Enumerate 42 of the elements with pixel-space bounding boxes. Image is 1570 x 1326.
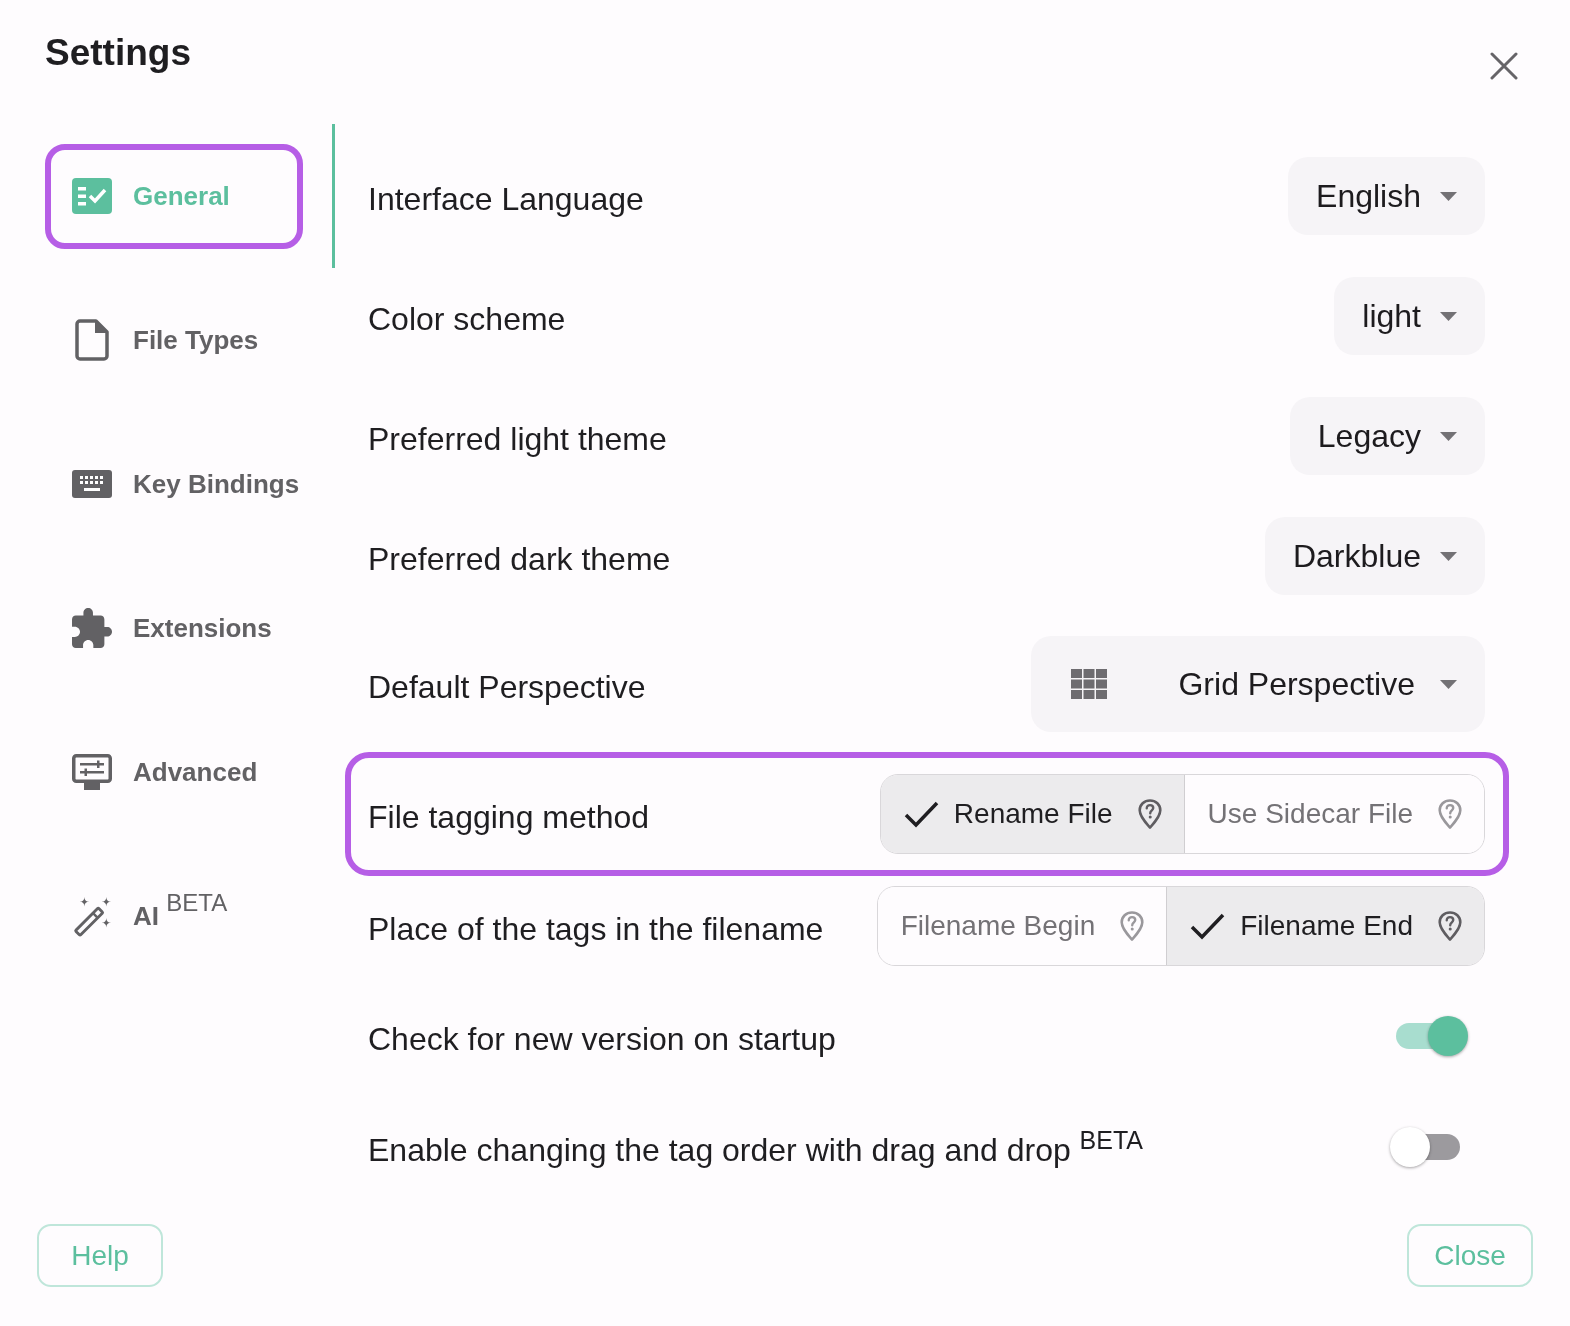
caret-icon bbox=[1440, 191, 1457, 201]
help-icon bbox=[1437, 798, 1463, 830]
window-title: Settings bbox=[45, 31, 191, 75]
help-icon bbox=[1437, 910, 1463, 942]
setting-label: Interface Language bbox=[368, 180, 644, 219]
puzzle-piece-icon bbox=[72, 607, 112, 649]
close-button[interactable] bbox=[1490, 52, 1518, 80]
setting-label: Color scheme bbox=[368, 300, 566, 339]
checklist-icon bbox=[72, 178, 112, 214]
check-icon bbox=[1190, 912, 1226, 940]
setting-label: Preferred dark theme bbox=[368, 540, 671, 579]
select-dropdown[interactable]: Grid Perspective bbox=[1031, 636, 1485, 732]
file-icon bbox=[75, 319, 109, 361]
setting-label: File tagging method bbox=[368, 798, 650, 837]
caret-icon bbox=[1440, 431, 1457, 441]
sidebar-tab[interactable]: File Types bbox=[45, 287, 303, 393]
toggle-option[interactable]: Filename End bbox=[1166, 887, 1484, 965]
select-dropdown[interactable]: Darkblue bbox=[1264, 517, 1485, 595]
help-icon bbox=[1119, 910, 1146, 942]
setting-label: Place of the tags in the filename bbox=[368, 910, 824, 949]
sidebar-tab[interactable]: Advanced bbox=[45, 719, 303, 825]
setting-label: Check for new version on startup bbox=[368, 1020, 836, 1059]
caret-icon bbox=[1440, 311, 1457, 321]
grid-icon bbox=[1071, 669, 1108, 699]
select-dropdown[interactable]: light bbox=[1334, 277, 1485, 355]
help-icon bbox=[1136, 798, 1163, 830]
sidebar-tab[interactable]: Key Bindings bbox=[45, 431, 303, 537]
magic-wand-icon bbox=[72, 895, 112, 937]
setting-label: Enable changing the tag order with drag and drop $^{BETA}$ bbox=[368, 1124, 1144, 1170]
check-icon bbox=[903, 800, 939, 828]
monitor-sliders-icon bbox=[72, 754, 112, 790]
caret-icon bbox=[1440, 551, 1457, 561]
sidebar-tab[interactable]: Extensions bbox=[45, 575, 303, 681]
select-dropdown[interactable]: English bbox=[1288, 157, 1485, 235]
select-dropdown[interactable]: Legacy bbox=[1289, 397, 1485, 475]
setting-label: Default Perspective bbox=[368, 668, 646, 707]
caret-icon bbox=[1440, 679, 1457, 689]
toggle-option[interactable]: Use Sidecar File bbox=[1183, 775, 1484, 853]
setting-label: Preferred light theme bbox=[368, 420, 667, 459]
close-icon bbox=[1490, 52, 1518, 80]
keyboard-icon bbox=[72, 470, 112, 498]
toggle-option[interactable]: Rename File bbox=[880, 775, 1184, 853]
